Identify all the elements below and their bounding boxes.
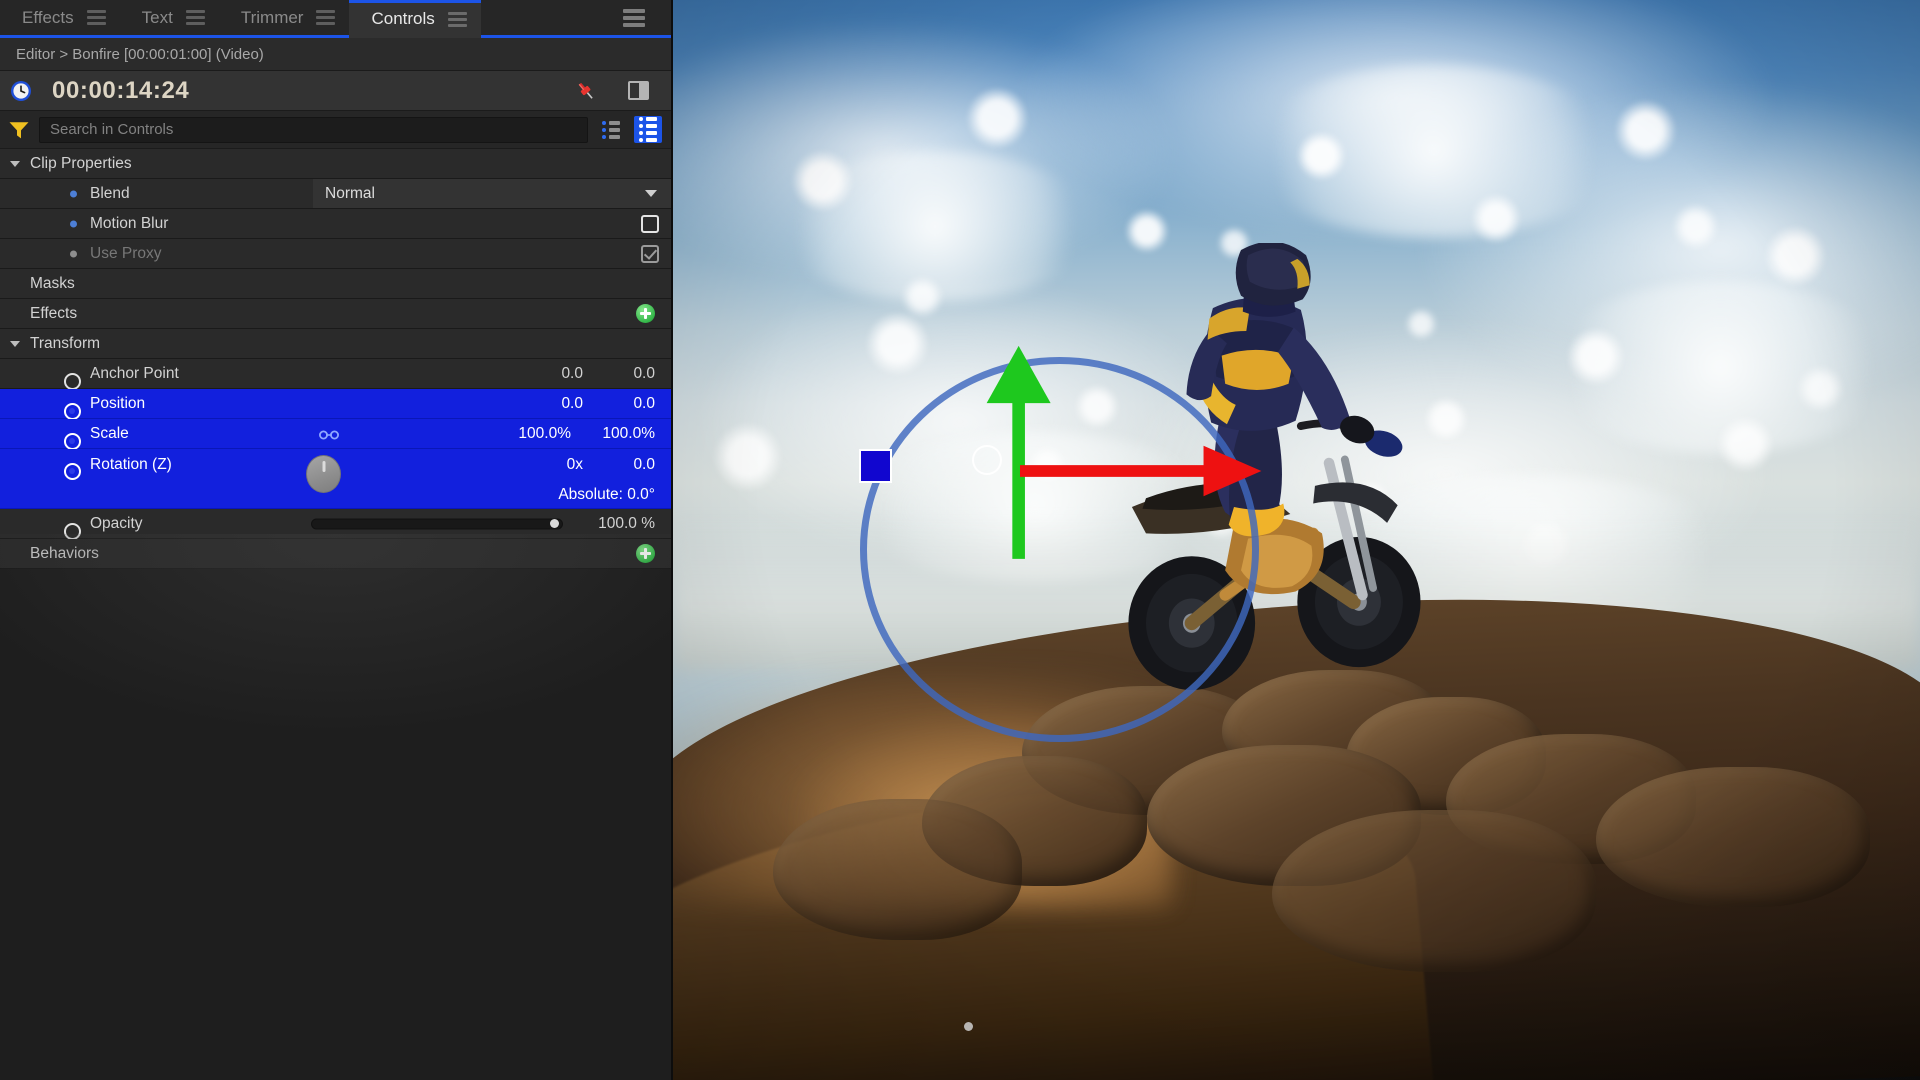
tab-effects[interactable]: Effects <box>0 0 120 35</box>
property-row-motion-blur[interactable]: Motion Blur <box>0 209 671 239</box>
rotation-dial[interactable] <box>306 455 341 493</box>
blend-mode-value: Normal <box>325 184 375 202</box>
tab-controls[interactable]: Controls <box>349 0 482 38</box>
property-row-anchor-point[interactable]: Anchor Point 0.0 0.0 <box>0 359 671 390</box>
disclosure-triangle-icon[interactable] <box>0 340 30 347</box>
property-list[interactable]: Clip Properties Blend Normal Motion Blur… <box>0 149 671 1080</box>
keyframe-toggle-icon[interactable] <box>64 403 81 420</box>
property-label: Anchor Point <box>90 364 179 382</box>
blend-mode-dropdown[interactable]: Normal <box>313 179 671 208</box>
group-header-effects[interactable]: Effects <box>0 299 671 329</box>
property-row-scale[interactable]: Scale 100.0% 100.0% <box>0 419 671 450</box>
rotation-revolutions[interactable]: 0x <box>511 456 583 474</box>
property-label: Blend <box>90 184 130 202</box>
rotation-absolute-label: Absolute: 0.0° <box>558 486 655 503</box>
use-proxy-checkbox[interactable] <box>641 244 659 263</box>
search-input[interactable] <box>39 116 588 143</box>
tab-bar-overflow <box>481 0 671 35</box>
scale-y[interactable]: 100.0% <box>571 425 655 443</box>
search-bar <box>0 111 671 149</box>
tab-trimmer[interactable]: Trimmer <box>219 0 350 35</box>
link-chain-icon[interactable] <box>318 428 340 440</box>
tab-text-label: Text <box>141 7 173 27</box>
preview-image <box>673 0 1920 1080</box>
position-y[interactable]: 0.0 <box>583 395 655 413</box>
anchor-point-y[interactable]: 0.0 <box>583 365 655 383</box>
panel-menu-icon[interactable] <box>623 8 645 27</box>
bullet-icon <box>70 220 77 227</box>
property-row-use-proxy[interactable]: Use Proxy <box>0 239 671 269</box>
hamburger-icon[interactable] <box>447 11 467 27</box>
group-header-clip-properties[interactable]: Clip Properties <box>0 149 671 179</box>
opacity-slider-knob[interactable] <box>550 519 559 528</box>
group-header-behaviors[interactable]: Behaviors <box>0 539 671 569</box>
video-preview-canvas[interactable] <box>673 0 1920 1080</box>
hamburger-icon[interactable] <box>185 10 205 25</box>
group-header-transform[interactable]: Transform <box>0 329 671 359</box>
position-x[interactable]: 0.0 <box>511 395 583 413</box>
property-row-rotation-z[interactable]: Rotation (Z) 0x 0.0 Absolute: 0.0° <box>0 449 671 509</box>
scale-x[interactable]: 100.0% <box>487 425 571 443</box>
timecode-bar: 00:00:14:24 <box>0 71 671 111</box>
anchor-point-x[interactable]: 0.0 <box>511 365 583 383</box>
bullet-icon <box>70 190 77 197</box>
motion-blur-checkbox[interactable] <box>641 214 659 233</box>
timecode-value[interactable]: 00:00:14:24 <box>52 77 189 105</box>
tab-trimmer-label: Trimmer <box>240 7 304 27</box>
keyframe-toggle-icon[interactable] <box>64 463 81 480</box>
property-label: Position <box>90 394 146 412</box>
property-label: Rotation (Z) <box>90 456 172 473</box>
controls-panel: Effects Text Trimmer Controls Editor > B… <box>0 0 673 1080</box>
hamburger-icon[interactable] <box>316 10 336 25</box>
property-label: Scale <box>90 424 129 442</box>
tab-effects-label: Effects <box>22 7 74 27</box>
vignette <box>673 0 1920 1080</box>
list-detailed-icon[interactable] <box>634 116 662 143</box>
rotation-degrees[interactable]: 0.0 <box>583 456 655 474</box>
funnel-icon[interactable] <box>8 120 30 140</box>
opacity-slider[interactable] <box>311 518 563 529</box>
keyframe-toggle-icon[interactable] <box>64 373 81 390</box>
split-panel-icon[interactable] <box>628 81 649 100</box>
property-label: Use Proxy <box>90 244 162 262</box>
panel-tab-bar: Effects Text Trimmer Controls <box>0 0 671 38</box>
playhead-marker-dot[interactable] <box>963 1021 973 1031</box>
breadcrumb[interactable]: Editor > Bonfire [00:00:01:00] (Video) <box>0 38 671 71</box>
tab-text[interactable]: Text <box>120 0 219 35</box>
property-label: Motion Blur <box>90 214 169 232</box>
keyframe-toggle-icon[interactable] <box>64 433 81 450</box>
add-effect-button[interactable] <box>636 304 655 323</box>
chevron-down-icon <box>645 190 657 197</box>
application-window: Effects Text Trimmer Controls Editor > B… <box>0 0 1920 1080</box>
tab-controls-label: Controls <box>371 9 435 28</box>
clock-icon <box>10 80 32 102</box>
disclosure-triangle-icon[interactable] <box>0 160 30 167</box>
property-row-position[interactable]: Position 0.0 0.0 <box>0 389 671 420</box>
property-row-opacity[interactable]: Opacity 100.0 % <box>0 509 671 540</box>
group-label: Behaviors <box>30 544 99 562</box>
bullet-icon <box>70 250 77 257</box>
add-behavior-button[interactable] <box>636 544 655 563</box>
property-row-blend[interactable]: Blend Normal <box>0 179 671 209</box>
opacity-value[interactable]: 100.0 % <box>598 515 655 533</box>
list-compact-icon[interactable] <box>597 116 625 143</box>
group-label: Effects <box>30 304 78 322</box>
group-label: Masks <box>30 274 75 292</box>
hamburger-icon[interactable] <box>86 10 106 25</box>
property-label: Opacity <box>90 514 143 532</box>
group-label: Transform <box>30 334 101 352</box>
group-header-masks[interactable]: Masks <box>0 269 671 299</box>
keyframe-toggle-icon[interactable] <box>64 523 81 540</box>
pushpin-icon[interactable] <box>574 79 598 103</box>
group-label: Clip Properties <box>30 154 132 172</box>
